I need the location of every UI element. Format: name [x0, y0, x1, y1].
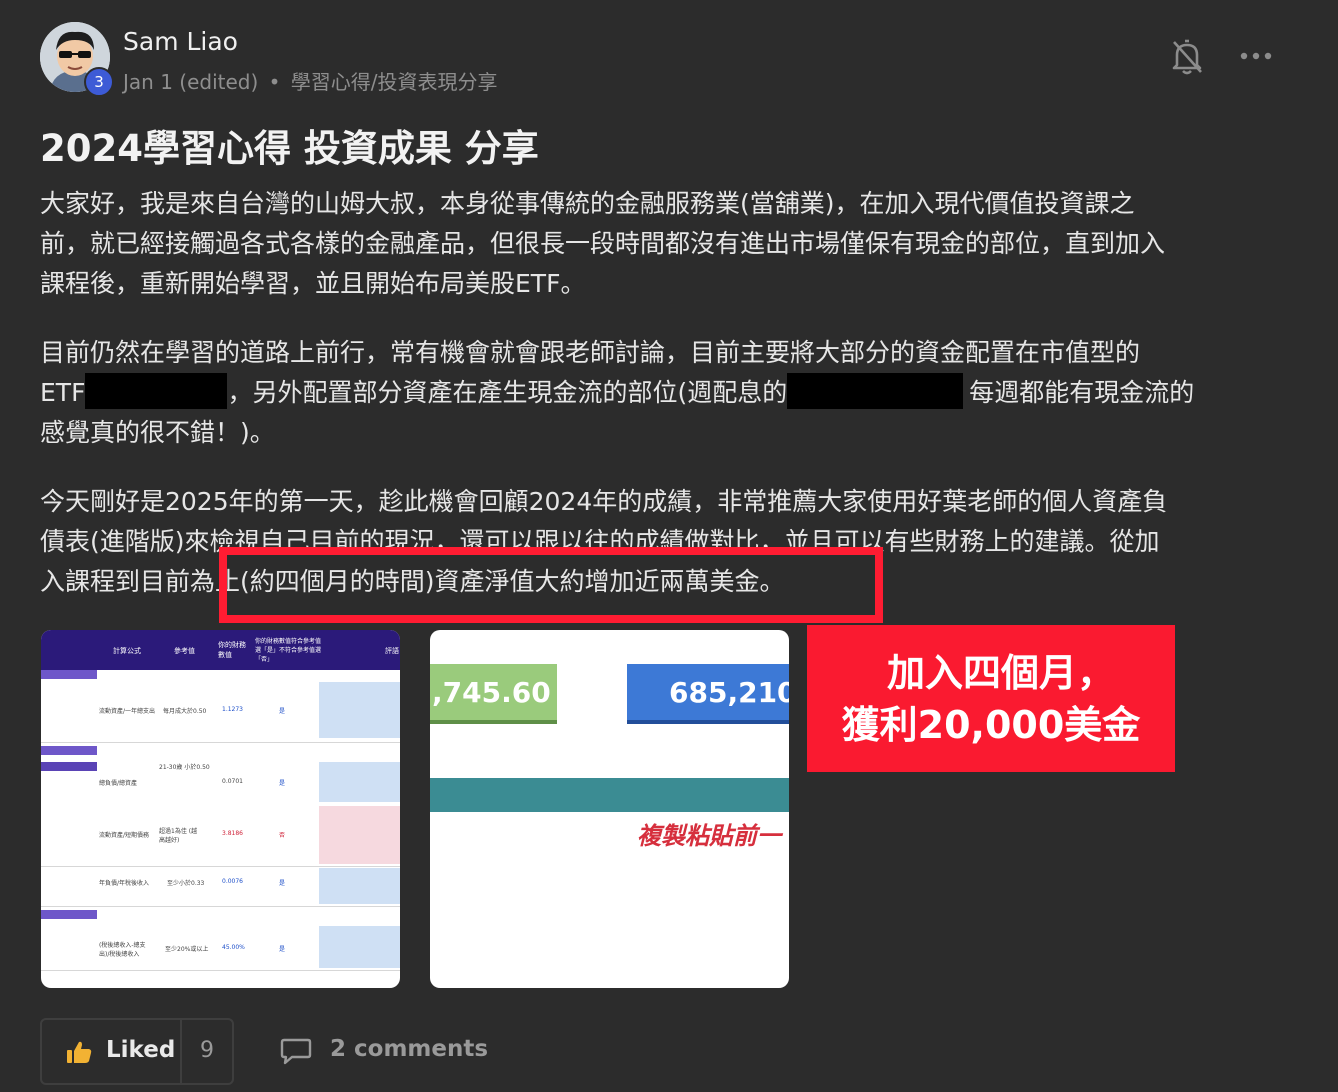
- table-divider: [41, 970, 400, 971]
- table-cell: 總負債/總資產: [99, 780, 138, 787]
- table-header: 計算公式 參考值 你的財務數值 你的財務數值符合參考值選「是」不符合參考值選「否…: [41, 630, 400, 670]
- table-cell: 1.1273: [222, 706, 243, 713]
- net-worth-cell: 685,210.: [627, 664, 789, 724]
- text-line: 今天剛好是2025年的第一天，趁此機會回顧2024年的成績，非常推薦大家使用好葉…: [40, 487, 1168, 516]
- like-control: Liked 9: [40, 1018, 234, 1085]
- callout-line: 加入四個月，: [886, 651, 1115, 695]
- table-header-cell: 你的財務數值符合參考值選「是」不符合參考值選「否」: [255, 638, 322, 663]
- meta-separator: •: [268, 70, 281, 94]
- like-label: Liked: [106, 1037, 176, 1063]
- callout-line: 獲利20,000美金: [841, 703, 1141, 747]
- like-button[interactable]: Liked: [42, 1020, 181, 1083]
- divider: [180, 1020, 182, 1083]
- comments-count: 2 comments: [330, 1036, 489, 1062]
- table-comment-cell: [319, 682, 400, 738]
- table-header-cell: 評語: [385, 647, 399, 655]
- table-band: [430, 778, 789, 812]
- redaction-bar: [787, 373, 964, 409]
- text-line: 目前仍然在學習的道路上前行，常有機會就會跟老師討論，目前主要將大部分的資金配置在…: [40, 338, 1141, 367]
- table-header-cell: 你的財務數值: [218, 641, 246, 659]
- highlight-box: [219, 547, 883, 623]
- thumbs-up-icon: [67, 1041, 92, 1063]
- more-options-icon[interactable]: [1238, 46, 1274, 66]
- text-line: 前，就已經接觸過各式各樣的金融產品，但很長一段時間都沒有進出市場僅保有現金的部位…: [40, 229, 1166, 258]
- table-divider: [41, 906, 400, 907]
- profit-callout: 加入四個月， 獲利20,000美金: [807, 625, 1175, 772]
- text-line: 大家好，我是來自台灣的山姆大叔，本身從事傳統的金融服務業(當舖業)，在加入現代價…: [40, 189, 1135, 218]
- table-divider: [41, 866, 400, 867]
- table-cell: 至少小於0.33: [167, 880, 205, 887]
- comment-icon: [280, 1038, 312, 1065]
- text-fragment: ETF: [40, 378, 86, 407]
- text-fragment: 每週都能有現金流的: [969, 378, 1195, 407]
- table-cell: 0.0701: [222, 778, 243, 785]
- table-cell: 3.8186: [222, 830, 243, 837]
- table-divider: [41, 742, 400, 743]
- text-fragment: ，另外配置部分資產在產生現金流的部位(週配息的: [227, 378, 788, 407]
- table-cell: 45.00%: [222, 944, 245, 951]
- table-header-cell: 計算公式: [113, 647, 141, 655]
- category-link[interactable]: 學習心得/投資表現分享: [291, 70, 498, 94]
- paragraph-allocation: 目前仍然在學習的道路上前行，常有機會就會跟老師討論，目前主要將大部分的資金配置在…: [40, 333, 1290, 453]
- table-section-bar: [41, 910, 97, 919]
- copy-paste-note: 複製粘貼前一: [637, 822, 781, 850]
- table-comment-cell: [319, 868, 400, 904]
- table-cell: 流動資產/一年總支出: [99, 708, 156, 715]
- author-name[interactable]: Sam Liao: [123, 27, 238, 56]
- table-cell: 至少20%或以上: [165, 946, 209, 953]
- bell-off-icon[interactable]: [1170, 38, 1204, 76]
- post-card: 3 Sam Liao Jan 1 (edited) • 學習心得/投資表現分享 …: [0, 0, 1338, 1092]
- table-cell: (稅後總收入-總支出)/稅後總收入: [99, 942, 146, 958]
- paragraph-intro: 大家好，我是來自台灣的山姆大叔，本身從事傳統的金融服務業(當舖業)，在加入現代價…: [40, 184, 1290, 304]
- table-section-bar: [41, 746, 97, 755]
- table-cell: 超過1為佳 (越高越好): [159, 828, 198, 844]
- post-meta: Jan 1 (edited) • 學習心得/投資表現分享: [123, 66, 498, 95]
- asset-total-cell: ,745.60: [430, 664, 557, 724]
- table-section-bar: [41, 762, 97, 771]
- like-count[interactable]: 9: [200, 1038, 214, 1063]
- table-comment-cell: [319, 926, 400, 968]
- table-section-bar: [41, 670, 97, 679]
- financial-ratio-table: 計算公式 參考值 你的財務數值 你的財務數值符合參考值選「是」不符合參考值選「否…: [41, 630, 400, 988]
- image-thumbnail-balance-sheet[interactable]: 計算公式 參考值 你的財務數值 你的財務數值符合參考值選「是」不符合參考值選「否…: [41, 630, 400, 988]
- table-cell: 0.0076: [222, 878, 243, 885]
- level-badge: 3: [84, 67, 114, 97]
- text-line-with-redactions: ETF ，另外配置部分資產在產生現金流的部位(週配息的 每週都能有現金流的: [40, 373, 1290, 413]
- table-cell: 是: [279, 708, 286, 715]
- table-cell: 是: [279, 780, 286, 787]
- post-title: 2024學習心得 投資成果 分享: [40, 127, 539, 170]
- text-line: 感覺真的很不錯！)。: [40, 418, 275, 447]
- table-cell: 流動資產/短期債務: [99, 832, 150, 839]
- table-header-cell: 參考值: [174, 647, 195, 655]
- table-comment-cell: [319, 806, 400, 864]
- comments-button[interactable]: 2 comments: [280, 1034, 488, 1068]
- image-thumbnail-net-worth[interactable]: ,745.60 685,210. 複製粘貼前一: [430, 630, 789, 988]
- table-cell: 21-30歲 小於0.50: [159, 764, 210, 771]
- post-date: Jan 1 (edited): [123, 70, 259, 94]
- redaction-bar: [85, 373, 228, 409]
- table-cell: 否: [279, 832, 286, 839]
- table-cell: 是: [279, 946, 286, 953]
- table-comment-cell: [319, 762, 400, 802]
- table-cell: 年負債/年稅後收入: [99, 880, 150, 887]
- table-cell: 每月成大於0.50: [163, 708, 207, 715]
- table-cell: 是: [279, 880, 286, 887]
- text-line: 課程後，重新開始學習，並且開始布局美股ETF。: [40, 269, 586, 298]
